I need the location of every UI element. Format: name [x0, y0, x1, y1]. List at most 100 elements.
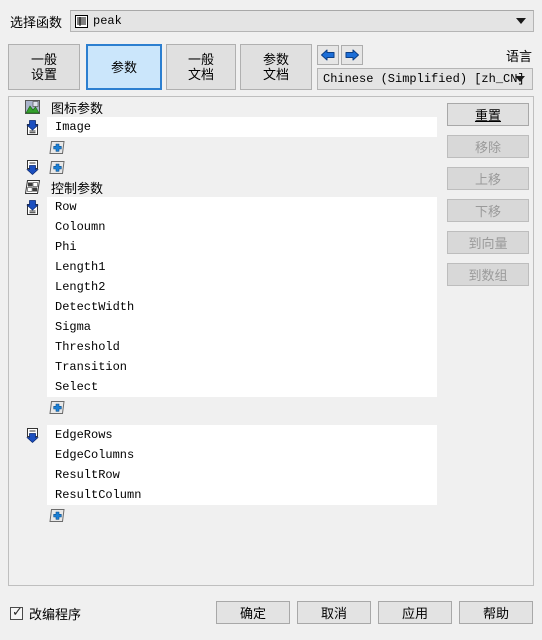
ok-button[interactable]: 确定	[216, 601, 290, 624]
input-section-row: Row	[17, 197, 437, 217]
tab-general-settings-line1: 一般	[30, 52, 57, 67]
chevron-down-icon[interactable]	[515, 76, 525, 82]
checkbox-box[interactable]: ✓	[10, 605, 23, 620]
parameter-item[interactable]: Phi	[55, 240, 77, 254]
parameter-item[interactable]: Transition	[55, 360, 127, 374]
add-parameter-row	[17, 397, 437, 417]
reset-button[interactable]: 重置	[447, 103, 529, 126]
add-parameter-row	[17, 505, 437, 525]
parameter-item[interactable]: Row	[55, 200, 77, 214]
dialog-footer: ✓ 改编程序 确定 取消 应用 帮助	[0, 596, 542, 640]
edit-procedure-parameters-dialog: 选择函数 peak 一般 设置 参数 一般 文档 参数 文档 语言 Chines…	[0, 0, 542, 640]
tab-parameters-line1: 参数	[110, 59, 137, 75]
parameter-item[interactable]: ResultColumn	[55, 488, 141, 502]
tab-parameters[interactable]: 参数	[86, 44, 162, 90]
function-label: 选择函数	[10, 14, 63, 30]
add-parameter-icon[interactable]	[49, 140, 65, 155]
tab-parameter-doc-line1: 参数	[262, 52, 289, 67]
parameter-row: EdgeColumns	[17, 445, 437, 465]
group-header-label: 图标参数	[51, 100, 104, 116]
parameter-row: Phi	[17, 237, 437, 257]
parameter-item[interactable]: Length2	[55, 280, 105, 294]
output-parameter-icon	[17, 157, 47, 177]
arrow-right-icon[interactable]	[341, 45, 363, 65]
control-parameter-icon	[17, 177, 47, 197]
add-parameter-icon[interactable]	[49, 508, 65, 523]
help-button-label: 帮助	[482, 606, 509, 621]
parameter-item[interactable]: Coloumn	[55, 220, 105, 234]
parameter-row: Sigma	[17, 317, 437, 337]
parameter-row: ResultColumn	[17, 485, 437, 505]
move-down-button[interactable]: 下移	[447, 199, 529, 222]
language-label: 语言	[505, 49, 532, 64]
function-value: peak	[93, 14, 122, 28]
remove-button-label: 移除	[474, 140, 501, 155]
parameter-item[interactable]: Length1	[55, 260, 105, 274]
add-parameter-icon[interactable]	[49, 160, 65, 175]
cancel-button[interactable]: 取消	[297, 601, 371, 624]
group-header-label: 控制参数	[51, 180, 104, 196]
parameter-row: Length1	[17, 257, 437, 277]
reset-button-label: 重置	[474, 108, 501, 123]
move-down-button-label: 下移	[474, 204, 501, 219]
parameter-actions: 重置 移除 上移 下移 到向量 到数组	[447, 103, 529, 295]
arrow-left-icon[interactable]	[317, 45, 339, 65]
to-vector-button-label: 到向量	[468, 236, 508, 251]
language-nav-arrows	[317, 45, 363, 65]
add-parameter-icon[interactable]	[49, 400, 65, 415]
parameter-item[interactable]: Select	[55, 380, 98, 394]
parameter-row: Threshold	[17, 337, 437, 357]
tab-general-doc-line1: 一般	[187, 52, 214, 67]
parameter-item[interactable]: DetectWidth	[55, 300, 134, 314]
tab-parameter-doc-line2: 文档	[262, 67, 289, 82]
move-up-button[interactable]: 上移	[447, 167, 529, 190]
tab-bar: 一般 设置 参数 一般 文档 参数 文档 语言 Chinese (Simplif…	[0, 44, 542, 92]
language-combobox[interactable]: Chinese (Simplified) [zh_CN]	[317, 68, 533, 90]
adapt-procedure-label: 改编程序	[29, 607, 82, 622]
remove-button[interactable]: 移除	[447, 135, 529, 158]
parameter-row: Coloumn	[17, 217, 437, 237]
function-selector-bar: 选择函数 peak	[0, 0, 542, 42]
tab-general-doc-line2: 文档	[187, 67, 214, 82]
to-array-button-label: 到数组	[468, 268, 508, 283]
section-divider	[17, 417, 437, 425]
move-up-button-label: 上移	[474, 172, 501, 187]
apply-button-label: 应用	[401, 606, 428, 621]
tab-general-settings-line2: 设置	[30, 67, 57, 82]
parameter-row: Length2	[17, 277, 437, 297]
output-parameter-icon	[17, 425, 47, 445]
group-header-control-parameters: 控制参数	[17, 177, 437, 197]
help-button[interactable]: 帮助	[459, 601, 533, 624]
parameter-row: ResultRow	[17, 465, 437, 485]
parameter-item[interactable]: EdgeRows	[55, 428, 113, 442]
parameter-item[interactable]: EdgeColumns	[55, 448, 134, 462]
output-section-row: EdgeRows	[17, 425, 437, 445]
input-parameter-icon	[17, 197, 47, 217]
parameter-item[interactable]: Threshold	[55, 340, 120, 354]
input-parameter-icon	[17, 117, 47, 137]
tab-general-doc[interactable]: 一般 文档	[166, 44, 236, 90]
language-value: Chinese (Simplified) [zh_CN]	[323, 72, 525, 86]
output-section-row	[17, 157, 437, 177]
tab-general-settings[interactable]: 一般 设置	[8, 44, 80, 90]
check-icon: ✓	[12, 605, 23, 620]
tab-parameter-doc[interactable]: 参数 文档	[240, 44, 312, 90]
parameter-item[interactable]: Sigma	[55, 320, 91, 334]
parameter-list-area: 图标参数 Image 控制参数 Row Coloumn Phi Length1 …	[17, 97, 437, 585]
ok-button-label: 确定	[239, 606, 266, 621]
parameter-item[interactable]: ResultRow	[55, 468, 120, 482]
apply-button[interactable]: 应用	[378, 601, 452, 624]
adapt-procedure-checkbox[interactable]: ✓ 改编程序	[10, 604, 81, 623]
to-array-button[interactable]: 到数组	[447, 263, 529, 286]
add-parameter-row	[17, 137, 437, 157]
chevron-down-icon[interactable]	[516, 18, 526, 24]
function-combobox[interactable]: peak	[70, 10, 534, 32]
parameter-item[interactable]: Image	[55, 120, 91, 134]
image-parameter-icon	[17, 97, 47, 117]
parameter-row: Select	[17, 377, 437, 397]
cancel-button-label: 取消	[320, 606, 347, 621]
group-header-image-parameters: 图标参数	[17, 97, 437, 117]
document-grid-icon	[75, 14, 89, 28]
parameter-row: Transition	[17, 357, 437, 377]
to-vector-button[interactable]: 到向量	[447, 231, 529, 254]
